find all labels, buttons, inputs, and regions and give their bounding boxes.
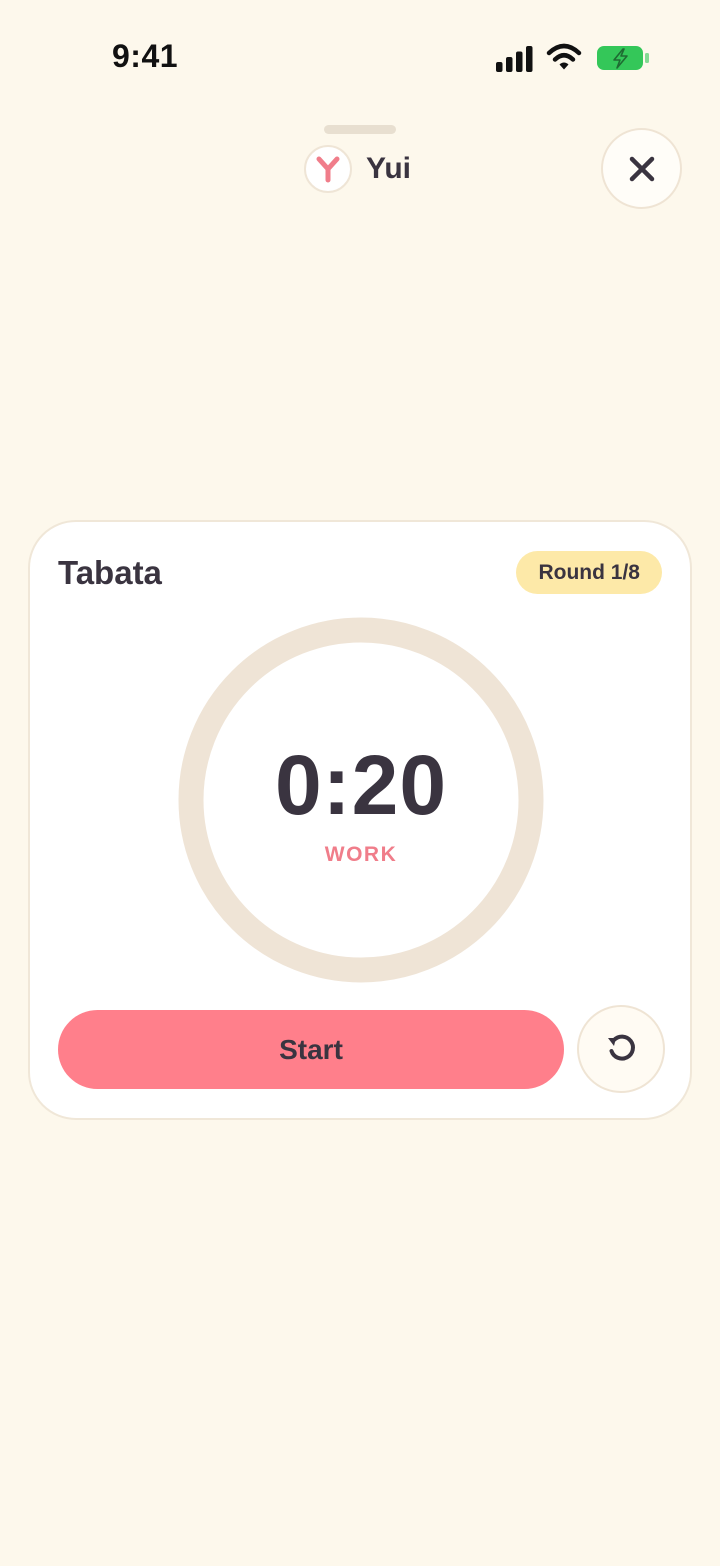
battery-charging-icon [597, 46, 649, 70]
wifi-icon [546, 43, 582, 70]
status-time: 9:41 [112, 38, 179, 74]
timer-title: Tabata [58, 554, 162, 591]
sheet-grabber[interactable] [324, 125, 396, 134]
brand: Yui [304, 145, 411, 193]
timer-card: Tabata Round 1/8 0:20 WORK Start [28, 520, 692, 1120]
start-button[interactable]: Start [58, 1010, 564, 1089]
phase-label: WORK [324, 843, 398, 866]
close-button[interactable] [601, 128, 682, 209]
time-remaining: 0:20 [274, 738, 448, 832]
close-icon [629, 156, 654, 181]
signal-icon [496, 46, 533, 72]
reset-icon [608, 1034, 635, 1061]
reset-button[interactable] [577, 1005, 665, 1093]
brand-name: Yui [366, 152, 412, 185]
round-badge: Round 1/8 [516, 551, 662, 594]
status-bar: 9:41 [0, 0, 720, 110]
yui-logo-icon [304, 145, 352, 193]
screen: 9:41 Yui Tabata Round 1/8 0:20 WORK Star… [0, 0, 720, 1566]
